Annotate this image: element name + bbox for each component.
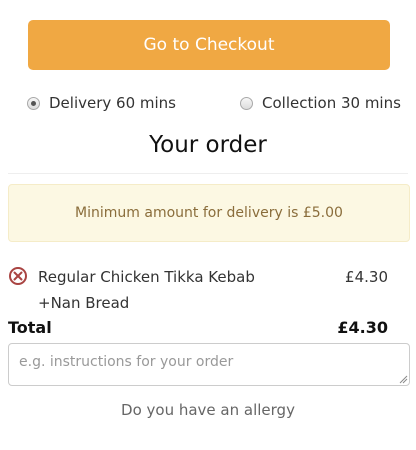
resize-grip-icon[interactable] [398, 374, 408, 384]
collection-label: Collection 30 mins [262, 94, 401, 112]
delivery-option[interactable]: Delivery 60 mins [27, 94, 176, 112]
collection-radio[interactable] [240, 96, 253, 110]
delivery-radio[interactable] [27, 96, 40, 110]
item-price: £4.30 [345, 268, 388, 286]
item-name: Regular Chicken Tikka Kebab [38, 268, 255, 286]
total-label: Total [8, 318, 52, 337]
order-panel: Go to Checkout Delivery 60 mins Collecti… [0, 0, 416, 450]
remove-item-icon[interactable] [8, 266, 28, 286]
order-title: Your order [149, 132, 267, 158]
order-instructions-input[interactable] [8, 343, 410, 386]
go-to-checkout-button[interactable]: Go to Checkout [28, 20, 390, 70]
collection-option[interactable]: Collection 30 mins [240, 94, 401, 112]
minimum-delivery-notice: Minimum amount for delivery is £5.00 [8, 184, 410, 242]
total-value: £4.30 [337, 318, 388, 337]
delivery-label: Delivery 60 mins [49, 94, 176, 112]
item-addon: +Nan Bread [38, 294, 130, 312]
allergy-link[interactable]: Do you have an allergy [0, 401, 416, 419]
divider [8, 173, 408, 174]
